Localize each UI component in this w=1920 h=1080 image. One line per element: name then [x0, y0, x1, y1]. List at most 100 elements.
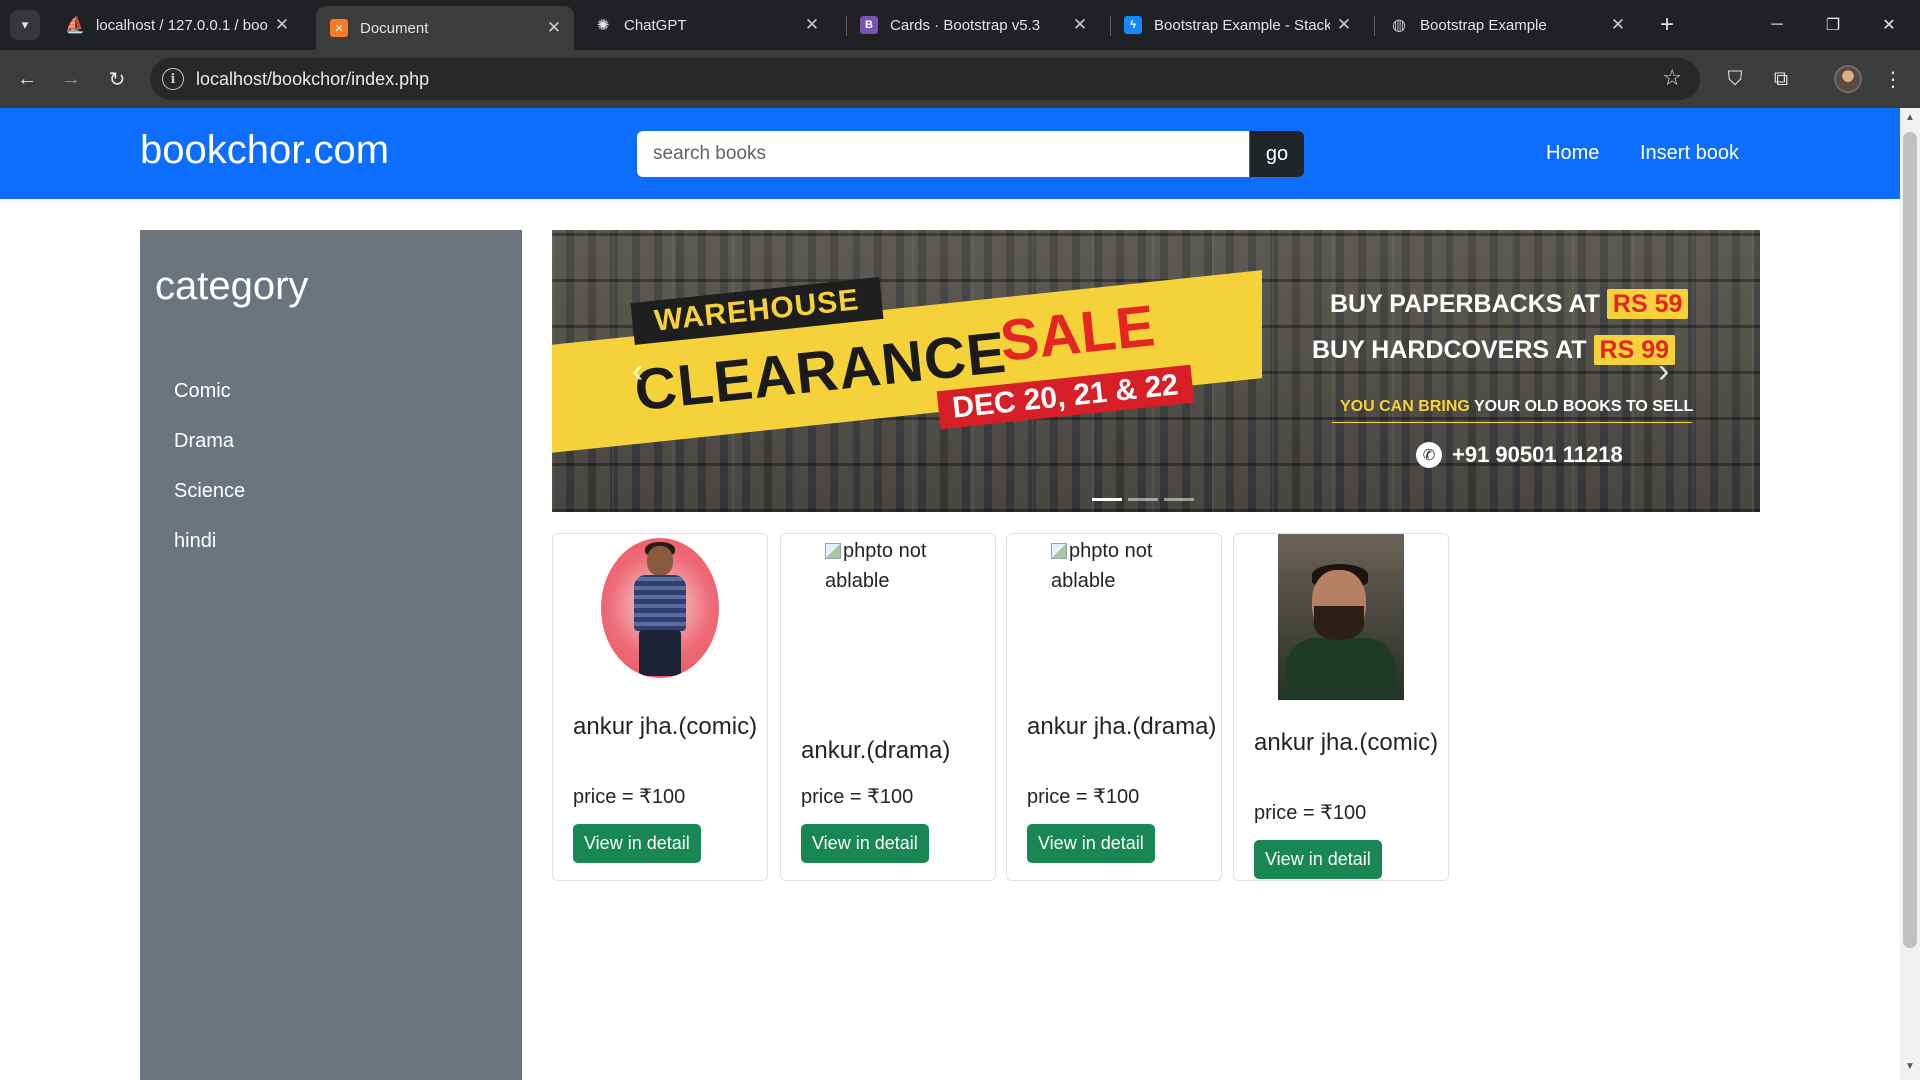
book-card: ankur jha.(comic) price = ₹100 View in d…: [1233, 533, 1449, 881]
carousel-prev-chevron-icon[interactable]: ‹: [632, 352, 643, 391]
view-detail-button[interactable]: View in detail: [1027, 824, 1155, 863]
card-title: ankur.(drama): [801, 737, 951, 764]
nav-link-insert-book[interactable]: Insert book: [1640, 142, 1739, 165]
scroll-down-arrow-icon[interactable]: ▼: [1905, 1061, 1915, 1072]
minimize-window-button[interactable]: ─: [1754, 8, 1800, 42]
card-price: price = ₹100: [801, 786, 914, 808]
sidebar-item-comic[interactable]: Comic: [174, 380, 231, 403]
new-tab-button[interactable]: +: [1652, 10, 1682, 40]
close-tab-icon[interactable]: ✕: [1330, 15, 1358, 35]
photo-detail: [1314, 606, 1364, 640]
chatgpt-icon: ✺: [596, 17, 610, 34]
nav-link-home[interactable]: Home: [1546, 142, 1599, 165]
close-tab-icon[interactable]: ✕: [540, 18, 568, 38]
card-price: price = ₹100: [1027, 786, 1140, 808]
promo-carousel[interactable]: WAREHOUSE CLEARANCE SALE DEC 20, 21 & 22…: [552, 230, 1760, 512]
category-sidebar: category Comic Drama Science hindi: [140, 230, 522, 1080]
tab-title: Bootstrap Example - StackBlitz: [1154, 16, 1330, 34]
site-brand[interactable]: bookchor.com: [140, 128, 389, 173]
banner-paperback-price: RS 59: [1606, 289, 1689, 319]
sidebar-item-drama[interactable]: Drama: [174, 430, 234, 453]
book-card: ankur jha.(comic) price = ₹100 View in d…: [552, 533, 768, 881]
banner-paperback-line: BUY PAPERBACKS AT RS 59: [1330, 289, 1689, 319]
more-menu-icon[interactable]: ⋮: [1878, 64, 1908, 94]
page-scrollbar[interactable]: ▲ ▼: [1900, 108, 1920, 1080]
browser-tab-document[interactable]: ✕ Document ✕: [316, 6, 574, 50]
phone-icon: ✆: [1416, 442, 1442, 468]
photo-detail: [1286, 638, 1396, 700]
globe-icon: ◍: [1392, 17, 1406, 34]
book-cover-broken-image: phpto not ablable: [1051, 536, 1191, 596]
tab-title: ChatGPT: [624, 16, 687, 34]
tab-title: Document: [360, 19, 429, 37]
close-window-button[interactable]: ✕: [1866, 8, 1912, 42]
photo-detail: [634, 575, 686, 631]
view-detail-button[interactable]: View in detail: [801, 824, 929, 863]
browser-tab-bootstrap-cards[interactable]: B Cards · Bootstrap v5.3 ✕: [846, 8, 1100, 42]
page-viewport: bookchor.com search books go Home Insert…: [0, 108, 1920, 1080]
carousel-indicator[interactable]: [1092, 498, 1122, 501]
browser-tab-chatgpt[interactable]: ✺ ChatGPT ✕: [580, 8, 832, 42]
book-cover-broken-image: phpto not ablable: [825, 536, 965, 596]
site-info-icon[interactable]: i: [162, 68, 184, 90]
card-price: price = ₹100: [1254, 802, 1367, 824]
carousel-indicator[interactable]: [1128, 498, 1158, 501]
address-bar[interactable]: i localhost/bookchor/index.php ☆: [150, 58, 1700, 100]
close-tab-icon[interactable]: ✕: [798, 15, 826, 35]
banner-hardcover-text: BUY HARDCOVERS AT: [1312, 336, 1587, 364]
banner-phone: +91 90501 11218: [1452, 442, 1623, 467]
address-url[interactable]: localhost/bookchor/index.php: [196, 69, 429, 90]
browser-tab-bootstrap-example[interactable]: ◍ Bootstrap Example ✕: [1376, 8, 1638, 42]
banner-sell-line: YOU CAN BRING YOUR OLD BOOKS TO SELL: [1340, 398, 1693, 416]
broken-image-icon: [825, 543, 841, 559]
broken-image-icon: [1051, 543, 1067, 559]
bookmark-star-icon[interactable]: ☆: [1662, 65, 1682, 91]
browser-tab-stackblitz[interactable]: ϟ Bootstrap Example - StackBlitz ✕: [1110, 8, 1364, 42]
book-card: phpto not ablable ankur.(drama) price = …: [780, 533, 996, 881]
tab-title: Bootstrap Example: [1420, 16, 1547, 34]
back-arrow-icon[interactable]: ←: [12, 64, 42, 94]
shield-extension-icon[interactable]: ⛉: [1720, 64, 1750, 94]
restore-window-button[interactable]: ❐: [1810, 8, 1856, 42]
scroll-up-arrow-icon[interactable]: ▲: [1905, 112, 1915, 123]
banner-divider: [1332, 422, 1692, 423]
view-detail-button[interactable]: View in detail: [573, 824, 701, 863]
banner-hardcover-line: BUY HARDCOVERS AT RS 99: [1312, 335, 1675, 365]
card-title: ankur jha.(comic): [1254, 729, 1439, 756]
banner-sell-rest: YOUR OLD BOOKS TO SELL: [1473, 398, 1694, 415]
book-cover-photo: [1278, 534, 1404, 700]
carousel-indicator[interactable]: [1164, 498, 1194, 501]
search-go-button[interactable]: go: [1250, 131, 1304, 177]
card-title: ankur jha.(comic): [573, 713, 758, 740]
browser-tab-phpmyadmin[interactable]: ⛵ localhost / 127.0.0.1 / bookchor ✕: [52, 8, 302, 42]
phpmyadmin-icon: ⛵: [65, 17, 85, 34]
sidebar-heading: category: [155, 264, 309, 308]
site-navbar: bookchor.com search books go Home Insert…: [0, 108, 1900, 199]
forward-arrow-icon[interactable]: →: [56, 64, 86, 94]
close-tab-icon[interactable]: ✕: [268, 15, 296, 35]
reload-icon[interactable]: ↻: [102, 64, 132, 94]
sidebar-item-science[interactable]: Science: [174, 480, 245, 503]
tab-separator: [1374, 16, 1375, 36]
browser-tab-strip: ▾ ⛵ localhost / 127.0.0.1 / bookchor ✕ ✕…: [0, 0, 1920, 50]
xampp-icon: ✕: [330, 19, 348, 37]
photo-detail: [647, 546, 673, 576]
tab-title: Cards · Bootstrap v5.3: [890, 16, 1041, 34]
banner-phone-line: ✆ +91 90501 11218: [1416, 442, 1623, 468]
card-title: ankur jha.(drama): [1027, 713, 1217, 740]
stackblitz-icon: ϟ: [1124, 16, 1142, 34]
close-tab-icon[interactable]: ✕: [1066, 15, 1094, 35]
carousel-next-chevron-icon[interactable]: ›: [1658, 352, 1669, 391]
profile-avatar[interactable]: [1834, 65, 1862, 93]
search-input[interactable]: search books: [637, 131, 1249, 177]
close-tab-icon[interactable]: ✕: [1604, 15, 1632, 35]
sidebar-item-hindi[interactable]: hindi: [174, 530, 216, 553]
photo-detail: [639, 630, 681, 676]
tab-search-menu-button[interactable]: ▾: [10, 10, 40, 40]
book-cover-photo: [601, 538, 719, 678]
extensions-puzzle-icon[interactable]: ⧉: [1766, 64, 1796, 94]
bootstrap-icon: B: [860, 16, 878, 34]
card-price: price = ₹100: [573, 786, 686, 808]
view-detail-button[interactable]: View in detail: [1254, 840, 1382, 879]
scrollbar-thumb[interactable]: [1903, 132, 1917, 948]
